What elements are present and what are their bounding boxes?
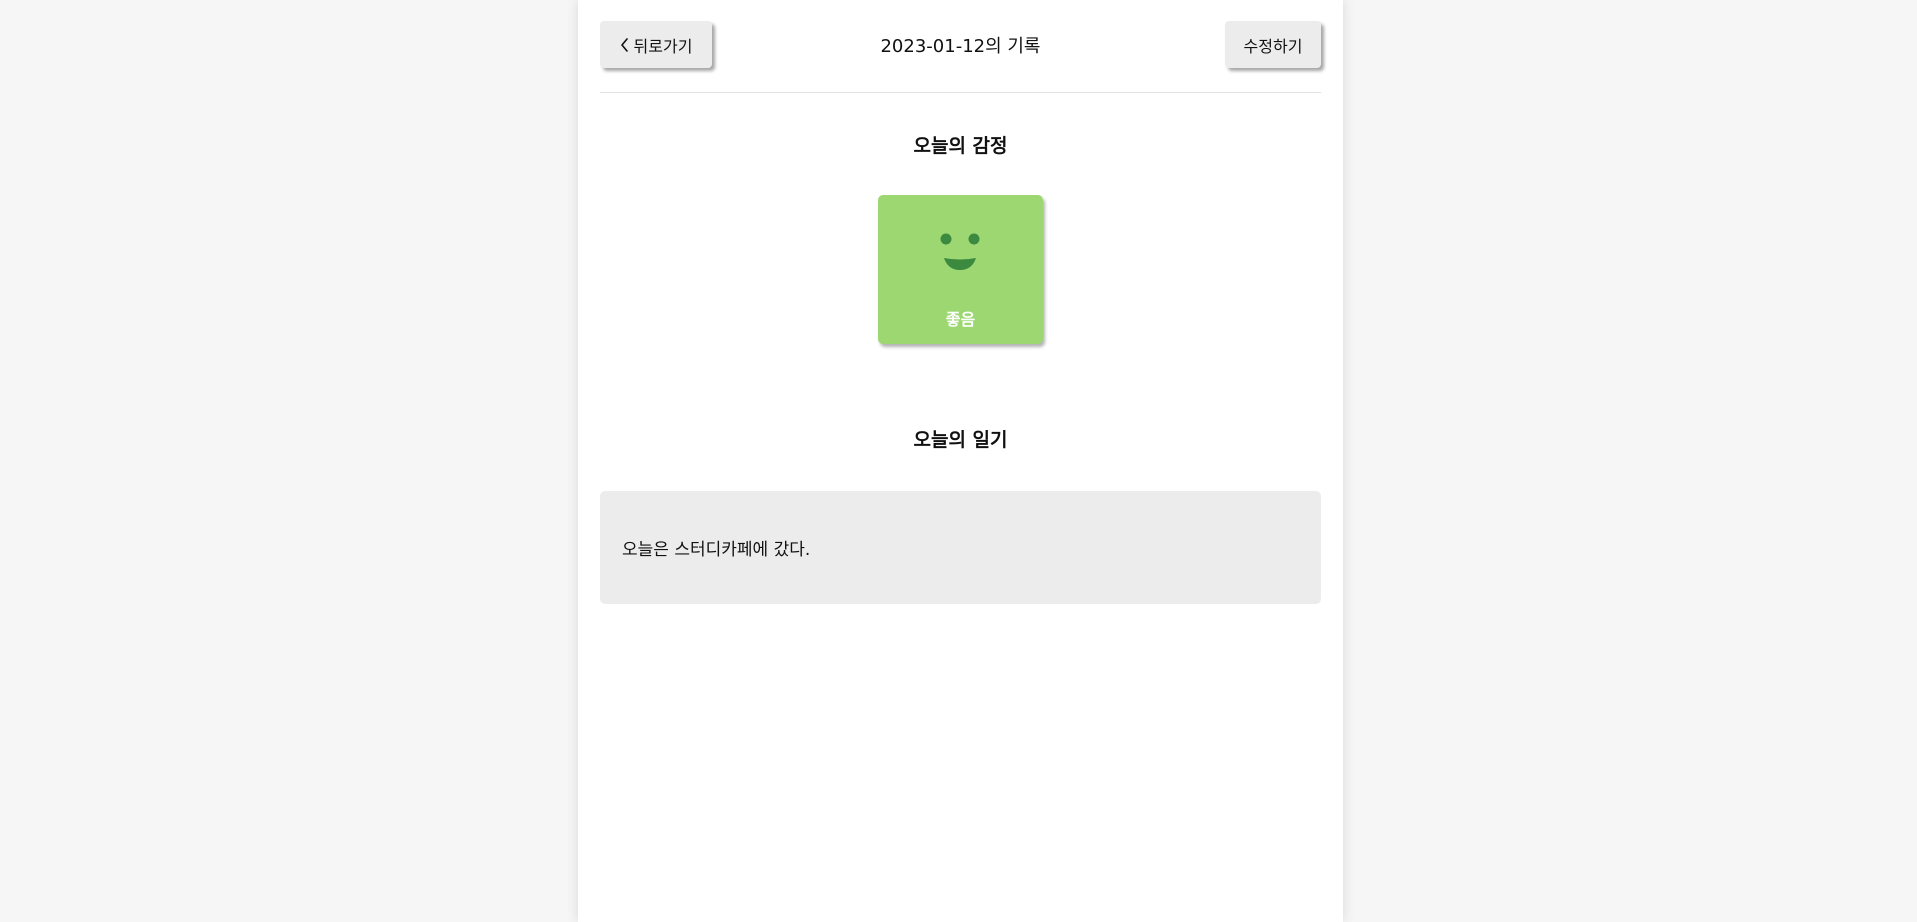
chevron-left-icon	[620, 37, 628, 52]
back-button-label: 뒤로가기	[633, 36, 693, 56]
diary-content-text: 오늘은 스터디카페에 갔다.	[622, 540, 811, 560]
emotion-card: 좋음	[878, 195, 1043, 344]
header: 뒤로가기 2023-01-12의 기록 수정하기	[600, 0, 1321, 93]
emotion-section-title: 오늘의 감정	[913, 135, 1008, 157]
diary-content-box: 오늘은 스터디카페에 갔다.	[600, 491, 1321, 604]
diary-page: 뒤로가기 2023-01-12의 기록 수정하기 오늘의 감정 좋음 오늘의 일…	[578, 0, 1343, 922]
smile-face-icon	[940, 233, 980, 270]
back-button[interactable]: 뒤로가기	[600, 21, 712, 68]
edit-button[interactable]: 수정하기	[1225, 21, 1321, 68]
emotion-label: 좋음	[945, 310, 976, 329]
edit-button-label: 수정하기	[1243, 36, 1303, 56]
diary-section-title: 오늘의 일기	[913, 429, 1008, 451]
